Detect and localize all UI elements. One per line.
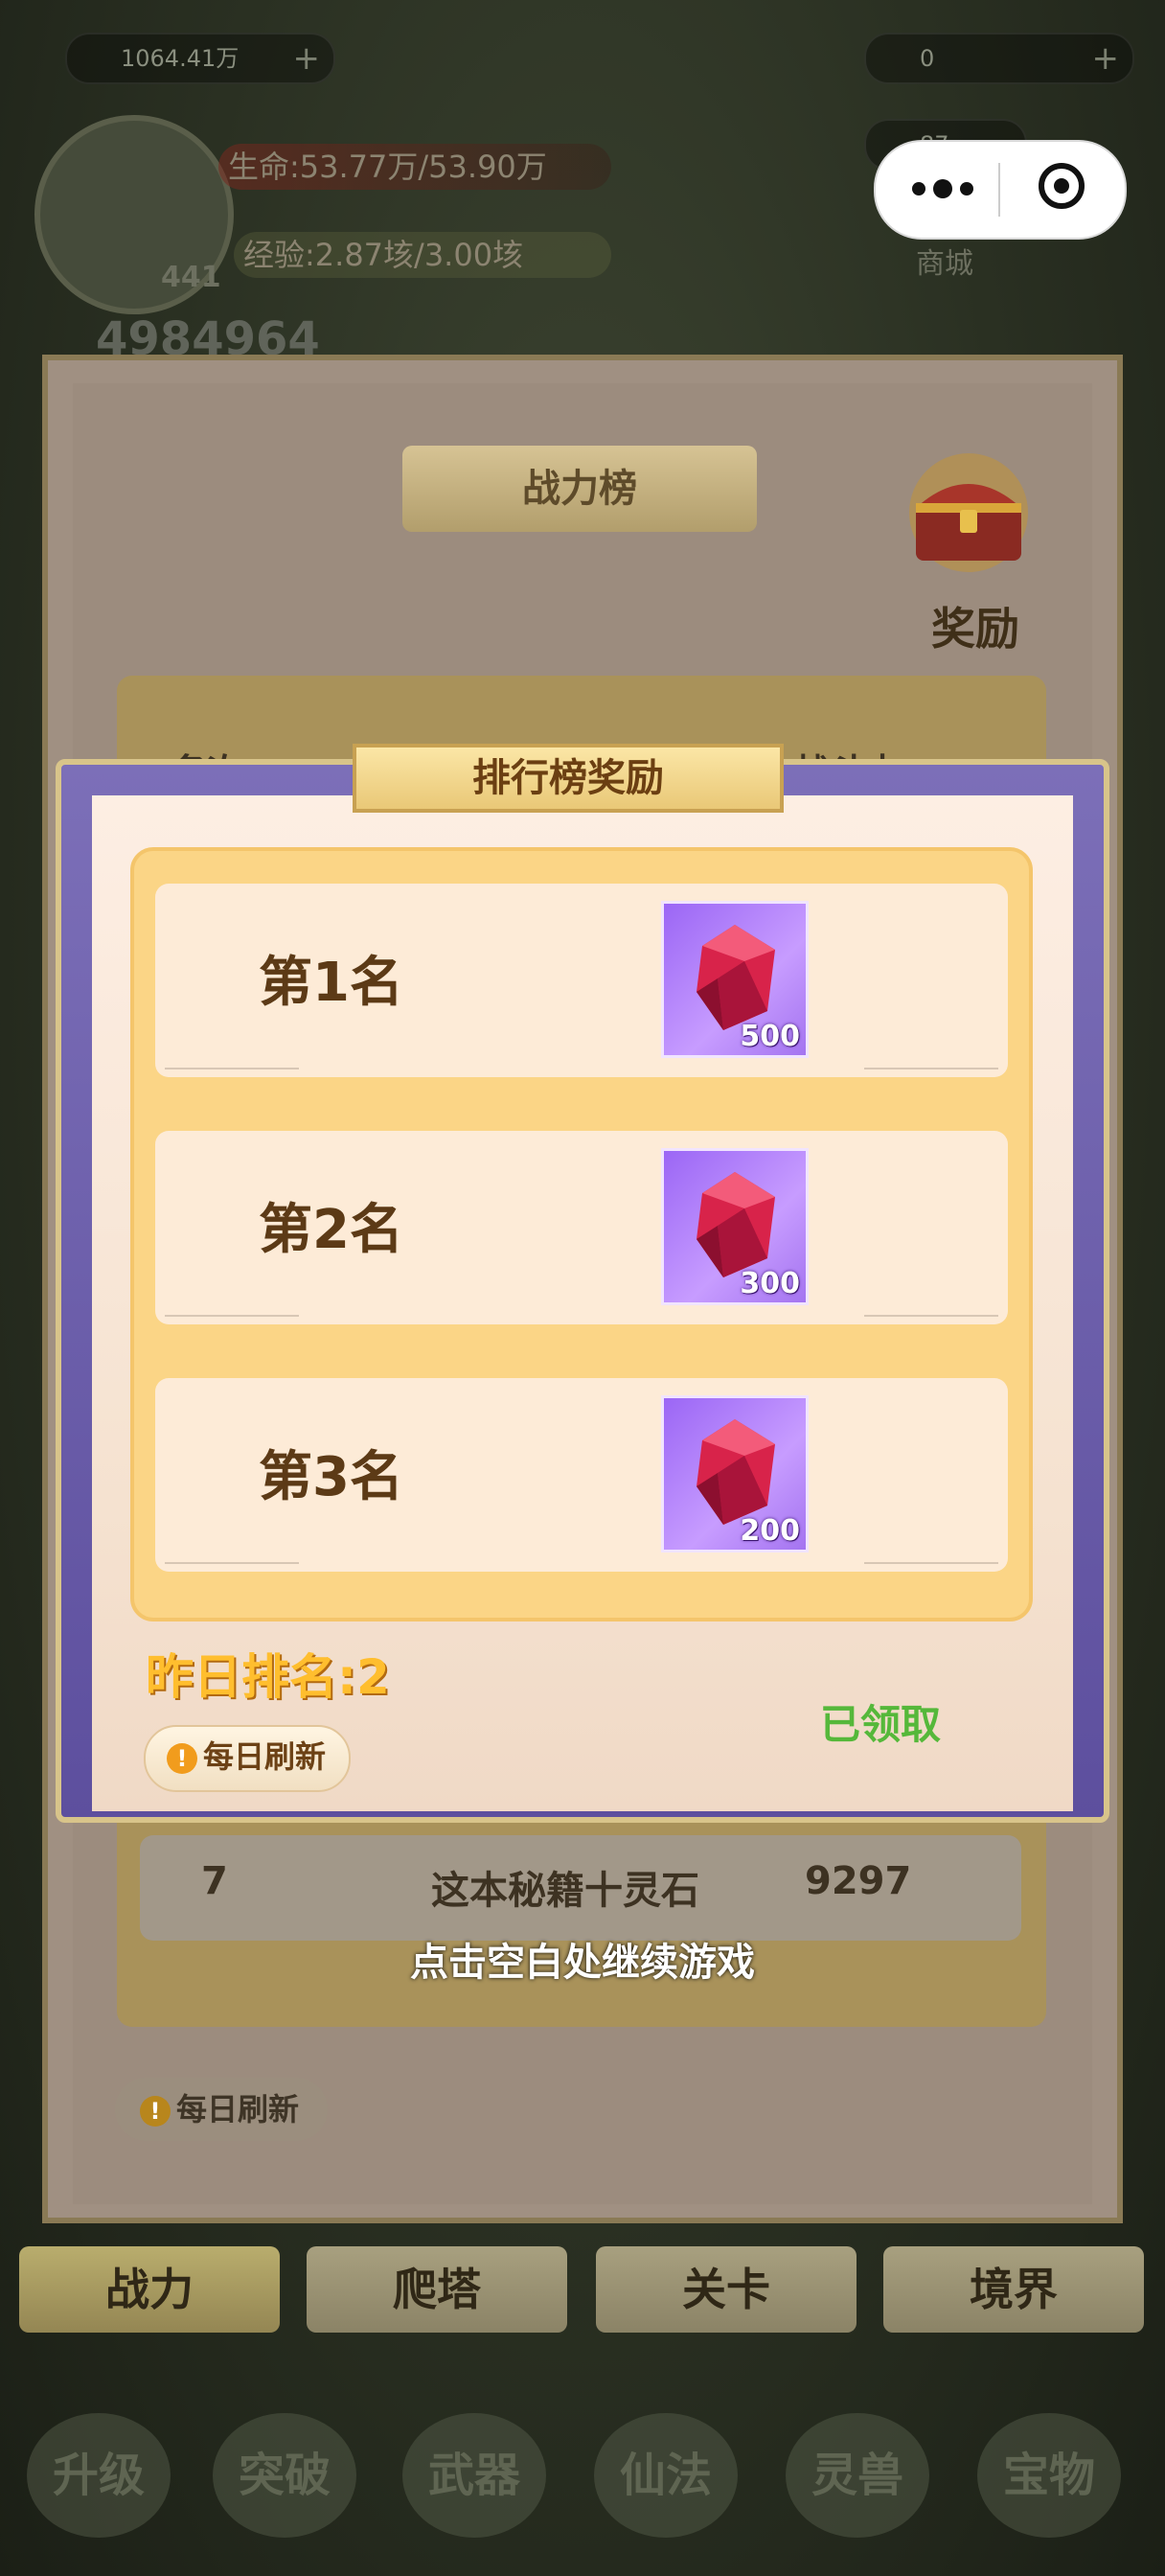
outer-refresh-label: 每日刷新 bbox=[176, 2091, 300, 2128]
treasure-chest-icon[interactable] bbox=[897, 450, 1040, 575]
add-currency-icon[interactable]: + bbox=[293, 34, 321, 82]
tab-stage[interactable]: 关卡 bbox=[596, 2246, 857, 2333]
nav-weapon[interactable]: 武器 bbox=[402, 2413, 546, 2538]
nav-upgrade[interactable]: 升级 bbox=[27, 2413, 171, 2538]
player-level: 441 bbox=[161, 261, 221, 294]
yesterday-rank: 昨日排名:2 bbox=[146, 1649, 390, 1705]
row-decoration bbox=[165, 1562, 299, 1564]
daily-refresh-label: 每日刷新 bbox=[203, 1738, 327, 1775]
exp-bar: 经验:2.87垓/3.00垓 bbox=[234, 232, 611, 278]
tab-power[interactable]: 战力 bbox=[19, 2246, 280, 2333]
nav-breakthrough[interactable]: 突破 bbox=[213, 2413, 356, 2538]
outer-daily-refresh: ! 每日刷新 bbox=[115, 2078, 329, 2141]
row-decoration bbox=[864, 1562, 998, 1564]
reward-rank-3: 第3名 bbox=[259, 1446, 403, 1508]
reward-count-2: 300 bbox=[740, 1267, 800, 1300]
warning-icon: ! bbox=[140, 2096, 171, 2127]
add-gem-icon[interactable]: + bbox=[1092, 34, 1120, 82]
reward-label[interactable]: 奖励 bbox=[918, 594, 1033, 657]
continue-hint[interactable]: 点击空白处继续游戏 bbox=[0, 1931, 1165, 1987]
reward-item-2[interactable]: 300 bbox=[661, 1148, 809, 1305]
gem-value: 0 bbox=[920, 45, 935, 72]
gem-pill[interactable]: 0 + bbox=[864, 33, 1134, 84]
row-decoration bbox=[165, 1068, 299, 1070]
nav-treasure[interactable]: 宝物 bbox=[977, 2413, 1121, 2538]
row-decoration bbox=[165, 1315, 299, 1317]
row-rank: 7 bbox=[201, 1859, 228, 1903]
more-icon[interactable] bbox=[912, 174, 979, 203]
currency-pill[interactable]: 1064.41万 + bbox=[65, 33, 335, 84]
close-target-icon[interactable] bbox=[1039, 163, 1085, 209]
claimed-status: 已领取 bbox=[820, 1701, 942, 1748]
row-name: 这本秘籍十灵石 bbox=[431, 1869, 699, 1913]
reward-rank-1: 第1名 bbox=[259, 952, 403, 1014]
currency-value: 1064.41万 bbox=[121, 45, 240, 72]
modal-title: 排行榜奖励 bbox=[353, 744, 784, 813]
nav-beast[interactable]: 灵兽 bbox=[786, 2413, 929, 2538]
reward-item-3[interactable]: 200 bbox=[661, 1395, 809, 1552]
tab-realm[interactable]: 境界 bbox=[883, 2246, 1144, 2333]
hp-bar: 生命:53.77万/53.90万 bbox=[218, 144, 611, 190]
reward-count-3: 200 bbox=[740, 1514, 800, 1548]
nav-spell[interactable]: 仙法 bbox=[594, 2413, 738, 2538]
miniprogram-capsule[interactable] bbox=[874, 140, 1127, 240]
reward-rank-2: 第2名 bbox=[259, 1199, 403, 1261]
shop-label[interactable]: 商城 bbox=[916, 240, 973, 282]
leaderboard-title: 战力榜 bbox=[402, 446, 757, 532]
daily-refresh-badge[interactable]: ! 每日刷新 bbox=[144, 1725, 352, 1792]
warning-icon: ! bbox=[167, 1743, 197, 1774]
row-decoration bbox=[864, 1315, 998, 1317]
reward-count-1: 500 bbox=[740, 1020, 800, 1053]
tab-tower[interactable]: 爬塔 bbox=[307, 2246, 567, 2333]
row-power: 9297 bbox=[805, 1859, 912, 1903]
row-decoration bbox=[864, 1068, 998, 1070]
reward-item-1[interactable]: 500 bbox=[661, 901, 809, 1058]
capsule-divider bbox=[998, 163, 1000, 217]
